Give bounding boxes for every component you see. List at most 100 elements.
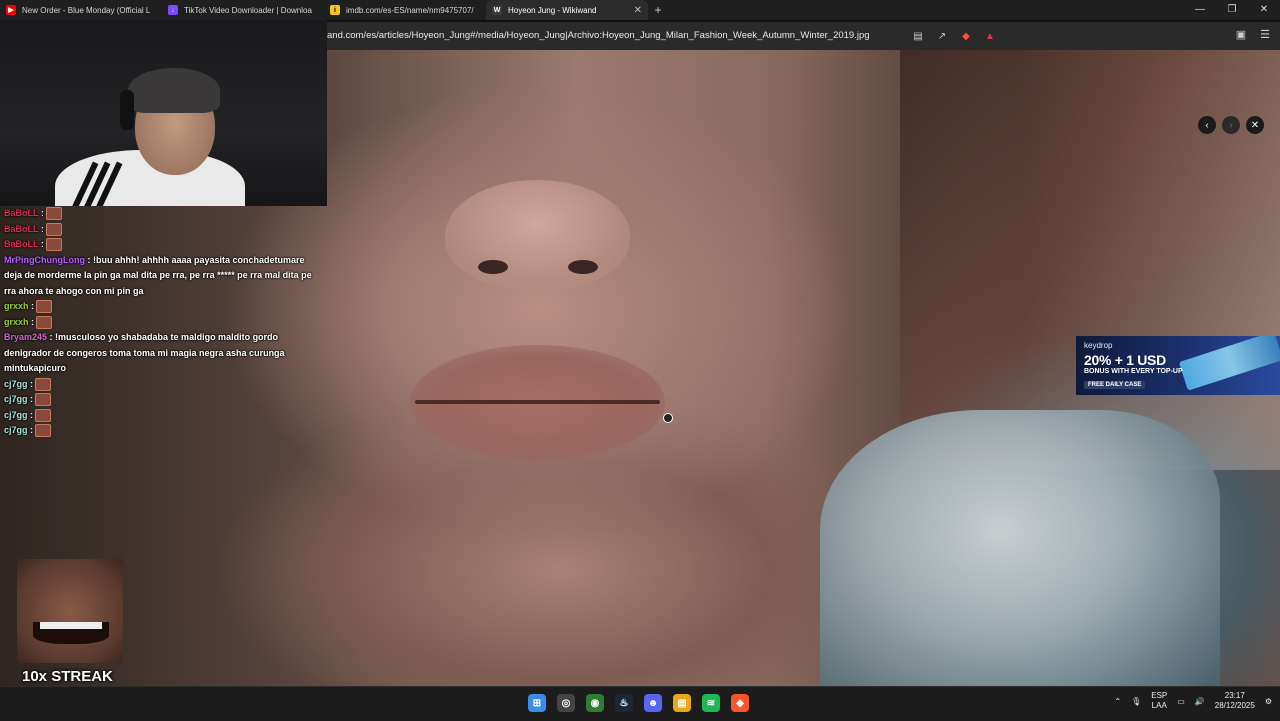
- keydrop-ad-banner[interactable]: keydrop 20% + 1 USD BONUS WITH EVERY TOP…: [1076, 336, 1280, 395]
- chat-emote-icon: [35, 393, 52, 407]
- chat-username: grxxh: [4, 301, 29, 311]
- network-icon[interactable]: ▭: [1177, 697, 1185, 706]
- tab-wikiwand[interactable]: W Hoyeon Jung - Wikiwand ✕: [486, 0, 648, 20]
- webcam-person-hair: [128, 68, 220, 113]
- rifle-icon: [1178, 336, 1280, 391]
- language-indicator[interactable]: ESP LAA: [1151, 691, 1167, 711]
- file-explorer-icon[interactable]: ▤: [673, 694, 691, 712]
- discord-icon[interactable]: ☻: [644, 694, 662, 712]
- clock-date: 28/12/2025: [1214, 701, 1255, 710]
- chat-text: :: [27, 425, 34, 435]
- headset-icon: [120, 90, 134, 130]
- taskbar-apps: ⊞ ◎ ◉ ♨ ☻ ▤ ≋ ◆: [528, 694, 749, 712]
- streak-emote-teeth: [40, 622, 102, 629]
- image-nostril: [568, 260, 598, 274]
- toolbar-right: ▣ ☰: [1236, 28, 1270, 41]
- brave-shields-icon[interactable]: ◆: [958, 28, 974, 44]
- chat-emote-icon: [45, 238, 62, 252]
- chat-text: :: [28, 316, 35, 327]
- spotify-icon[interactable]: ≋: [702, 694, 720, 712]
- stream-chat: BaBoLL : BaBoLL : BaBoLL : MrPingChungLong …: [4, 206, 324, 439]
- chat-username: Bryam245: [4, 332, 48, 342]
- tab-imdb[interactable]: i imdb.com/es-ES/name/nm9475707/: [324, 0, 486, 20]
- chat-message: grxxh :: [4, 299, 324, 315]
- microphone-icon[interactable]: 🎙: [1131, 697, 1141, 706]
- chat-username: grxxh: [4, 316, 29, 327]
- chat-text: :: [27, 378, 34, 389]
- previous-image-button[interactable]: ‹: [1198, 116, 1216, 134]
- chat-text: : !musculoso yo shabadaba te maldigo mal…: [4, 332, 285, 373]
- chat-emote-icon: [35, 377, 52, 391]
- chat-message: Bryam245 : !musculoso yo shabadaba te ma…: [4, 330, 324, 377]
- reader-mode-icon[interactable]: ▤: [910, 28, 926, 44]
- tab-title: imdb.com/es-ES/name/nm9475707/: [346, 5, 474, 15]
- taskbar: ⊞ ◎ ◉ ♨ ☻ ▤ ≋ ◆ ⌃ 🎙 ESP LAA ▭ 🔊 23:17 28/12/202…: [0, 686, 1280, 721]
- chat-username: BaBoLL: [4, 208, 39, 218]
- ad-brand: keydrop: [1084, 341, 1113, 350]
- share-icon[interactable]: ↗: [934, 28, 950, 44]
- chat-message: grxxh :: [4, 315, 324, 331]
- chat-username: BaBoLL: [4, 239, 39, 249]
- volume-icon[interactable]: 🔊: [1195, 697, 1205, 706]
- chat-emote-icon: [35, 424, 52, 438]
- image-lip-line: [415, 400, 660, 404]
- chat-username: cj7gg: [4, 425, 28, 435]
- tab-youtube[interactable]: ▶ New Order - Blue Monday (Official L: [0, 0, 162, 20]
- chat-emote-icon: [36, 300, 53, 314]
- zoom-cursor-icon: [663, 413, 673, 423]
- window-controls: — ❐ ✕: [1184, 0, 1280, 20]
- start-icon[interactable]: ⊞: [528, 694, 546, 712]
- chat-username: MrPingChungLong: [4, 254, 85, 265]
- media-viewer-controls: ‹ › ✕: [1198, 116, 1264, 134]
- chat-text: :: [38, 239, 44, 249]
- brave-rewards-icon[interactable]: ▲: [982, 28, 998, 44]
- chevron-up-icon[interactable]: ⌃: [1114, 697, 1121, 706]
- chrome-icon[interactable]: ◉: [586, 694, 604, 712]
- chat-text: :: [27, 409, 34, 420]
- chat-message: cj7gg :: [4, 392, 324, 408]
- ad-subline: BONUS WITH EVERY TOP-UP: [1084, 368, 1183, 375]
- chat-username: BaBoLL: [4, 223, 39, 234]
- chat-text: :: [38, 208, 44, 218]
- close-window-button[interactable]: ✕: [1248, 0, 1280, 20]
- url-field[interactable]: and.com/es/articles/Hoyeon_Jung#/media/H…: [327, 30, 870, 41]
- ad-headline: 20% + 1 USD: [1084, 352, 1166, 368]
- download-icon: ↓: [168, 5, 178, 15]
- chat-message: cj7gg :: [4, 423, 324, 439]
- streak-emote-image: [17, 559, 123, 663]
- tab-title: New Order - Blue Monday (Official L: [22, 5, 151, 15]
- chat-text: :: [27, 394, 34, 404]
- close-viewer-button[interactable]: ✕: [1246, 116, 1264, 134]
- chat-emote-icon: [35, 408, 52, 422]
- sidebar-icon[interactable]: ▣: [1236, 28, 1246, 41]
- minimize-button[interactable]: —: [1184, 0, 1216, 20]
- tab-tiktok-downloader[interactable]: ↓ TikTok Video Downloader | Downloa: [162, 0, 324, 20]
- address-bar-icons: ▤ ↗ ◆ ▲: [910, 28, 998, 44]
- clock[interactable]: 23:17 28/12/2025: [1215, 691, 1255, 711]
- chat-text: :: [28, 301, 35, 311]
- steam-icon[interactable]: ♨: [615, 694, 633, 712]
- new-tab-button[interactable]: +: [648, 3, 668, 17]
- brave-icon[interactable]: ◆: [731, 694, 749, 712]
- menu-icon[interactable]: ☰: [1260, 28, 1270, 41]
- wikiwand-icon: W: [492, 5, 502, 15]
- chat-emote-icon: [45, 222, 62, 236]
- notification-icon[interactable]: ⚙: [1265, 697, 1272, 706]
- imdb-icon: i: [330, 5, 340, 15]
- chat-emote-icon: [45, 207, 62, 221]
- image-hair-region: [900, 50, 1280, 470]
- next-image-button[interactable]: ›: [1222, 116, 1240, 134]
- keyboard-layout: LAA: [1151, 701, 1167, 710]
- chat-message: cj7gg :: [4, 377, 324, 393]
- restore-button[interactable]: ❐: [1216, 0, 1248, 20]
- streak-label: 10x STREAK: [22, 668, 113, 685]
- chat-message: BaBoLL :: [4, 222, 324, 238]
- clock-time: 23:17: [1224, 691, 1245, 700]
- steelseries-icon[interactable]: ◎: [557, 694, 575, 712]
- close-tab-icon[interactable]: ✕: [634, 5, 642, 16]
- webcam-overlay: [0, 20, 327, 206]
- chat-message: BaBoLL :: [4, 206, 324, 222]
- system-tray: ⌃ 🎙 ESP LAA ▭ 🔊 23:17 28/12/2025 ⚙: [1114, 691, 1272, 711]
- chat-message: MrPingChungLong : !buu ahhh! ahhhh aaaa …: [4, 253, 324, 300]
- tab-title: Hoyeon Jung - Wikiwand: [508, 5, 597, 15]
